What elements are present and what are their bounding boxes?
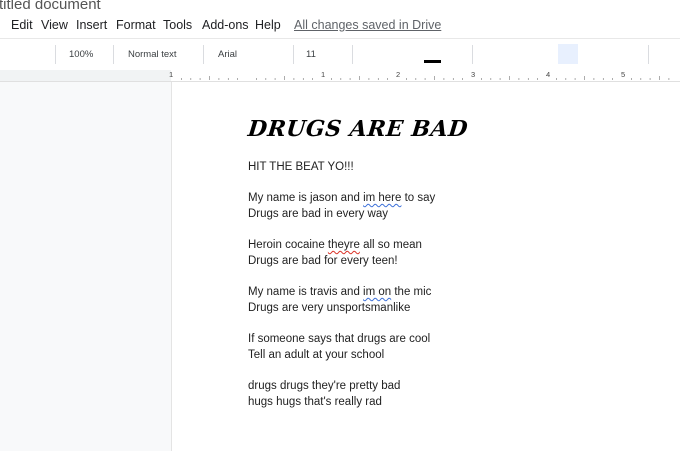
ruler-ticks — [181, 76, 670, 80]
toolbar-separator — [293, 45, 294, 64]
ruler-number: 1 — [321, 70, 326, 79]
toolbar-separator — [352, 45, 353, 64]
toolbar-separator — [55, 45, 56, 64]
document-page[interactable]: DRUGS ARE BAD HIT THE BEAT YO!!! My name… — [171, 82, 680, 451]
font-size-select[interactable]: 11 — [306, 49, 316, 60]
menu-format[interactable]: Format — [116, 18, 156, 32]
font-select[interactable]: Arial — [218, 49, 237, 60]
ruler-number: 4 — [546, 70, 551, 79]
text-run: Heroin cocaine — [248, 239, 328, 251]
spelling-flag[interactable]: im on — [363, 286, 391, 298]
highlight-button[interactable] — [558, 44, 578, 64]
ruler-number: 5 — [621, 70, 626, 79]
ruler-number: 2 — [396, 70, 401, 79]
title-bar: titled document — [0, 0, 680, 14]
menu-bar: Edit View Insert Format Tools Add-ons He… — [0, 16, 680, 36]
text-run: My name is jason and — [248, 192, 364, 204]
menu-edit[interactable]: Edit — [11, 18, 33, 32]
menu-insert[interactable]: Insert — [76, 18, 107, 32]
horizontal-ruler[interactable]: 1 1 2 3 4 5 — [0, 70, 680, 82]
document-title[interactable]: titled document — [0, 0, 101, 13]
spelling-flag[interactable]: im here — [363, 192, 401, 204]
text-run: to say — [401, 192, 436, 204]
stanza-4-line-2: Tell an adult at your school — [248, 349, 385, 361]
toolbar: 100% Normal text Arial 11 — [0, 38, 680, 71]
menu-view[interactable]: View — [41, 18, 68, 32]
ruler-number: 1 — [169, 70, 174, 79]
toolbar-separator — [113, 45, 114, 64]
zoom-select[interactable]: 100% — [69, 49, 93, 60]
menu-help[interactable]: Help — [255, 18, 281, 32]
stanza-5-line-2: hugs hugs that's really rad — [248, 396, 382, 408]
stanza-3-line-1: My name is travis and im on the mic — [248, 286, 431, 298]
style-select[interactable]: Normal text — [128, 49, 177, 60]
menu-add-ons[interactable]: Add-ons — [202, 18, 249, 32]
stanza-2-line-2: Drugs are bad for every teen! — [248, 255, 398, 267]
document-heading: DRUGS ARE BAD — [246, 116, 470, 142]
toolbar-separator — [472, 45, 473, 64]
stanza-1-line-2: Drugs are bad in every way — [248, 208, 388, 220]
stanza-2-line-1: Heroin cocaine theyre all so mean — [248, 239, 422, 251]
text-run: the mic — [391, 286, 432, 298]
toolbar-separator — [648, 45, 649, 64]
save-status-link[interactable]: All changes saved in Drive — [294, 18, 441, 32]
toolbar-separator — [203, 45, 204, 64]
stanza-5-line-1: drugs drugs they're pretty bad — [248, 380, 401, 392]
spelling-flag[interactable]: theyre — [328, 239, 360, 251]
ruler-number: 3 — [471, 70, 476, 79]
document-workspace: DRUGS ARE BAD HIT THE BEAT YO!!! My name… — [0, 82, 680, 451]
stanza-1-line-1: My name is jason and im here to say — [248, 192, 435, 204]
text-run: My name is travis and — [248, 286, 364, 298]
stanza-3-line-2: Drugs are very unsportsmanlike — [248, 302, 411, 314]
text-run: all so mean — [359, 239, 422, 251]
text-color-icon[interactable] — [424, 60, 441, 63]
stanza-4-line-1: If someone says that drugs are cool — [248, 333, 431, 345]
intro-line: HIT THE BEAT YO!!! — [248, 161, 354, 173]
menu-tools[interactable]: Tools — [163, 18, 192, 32]
